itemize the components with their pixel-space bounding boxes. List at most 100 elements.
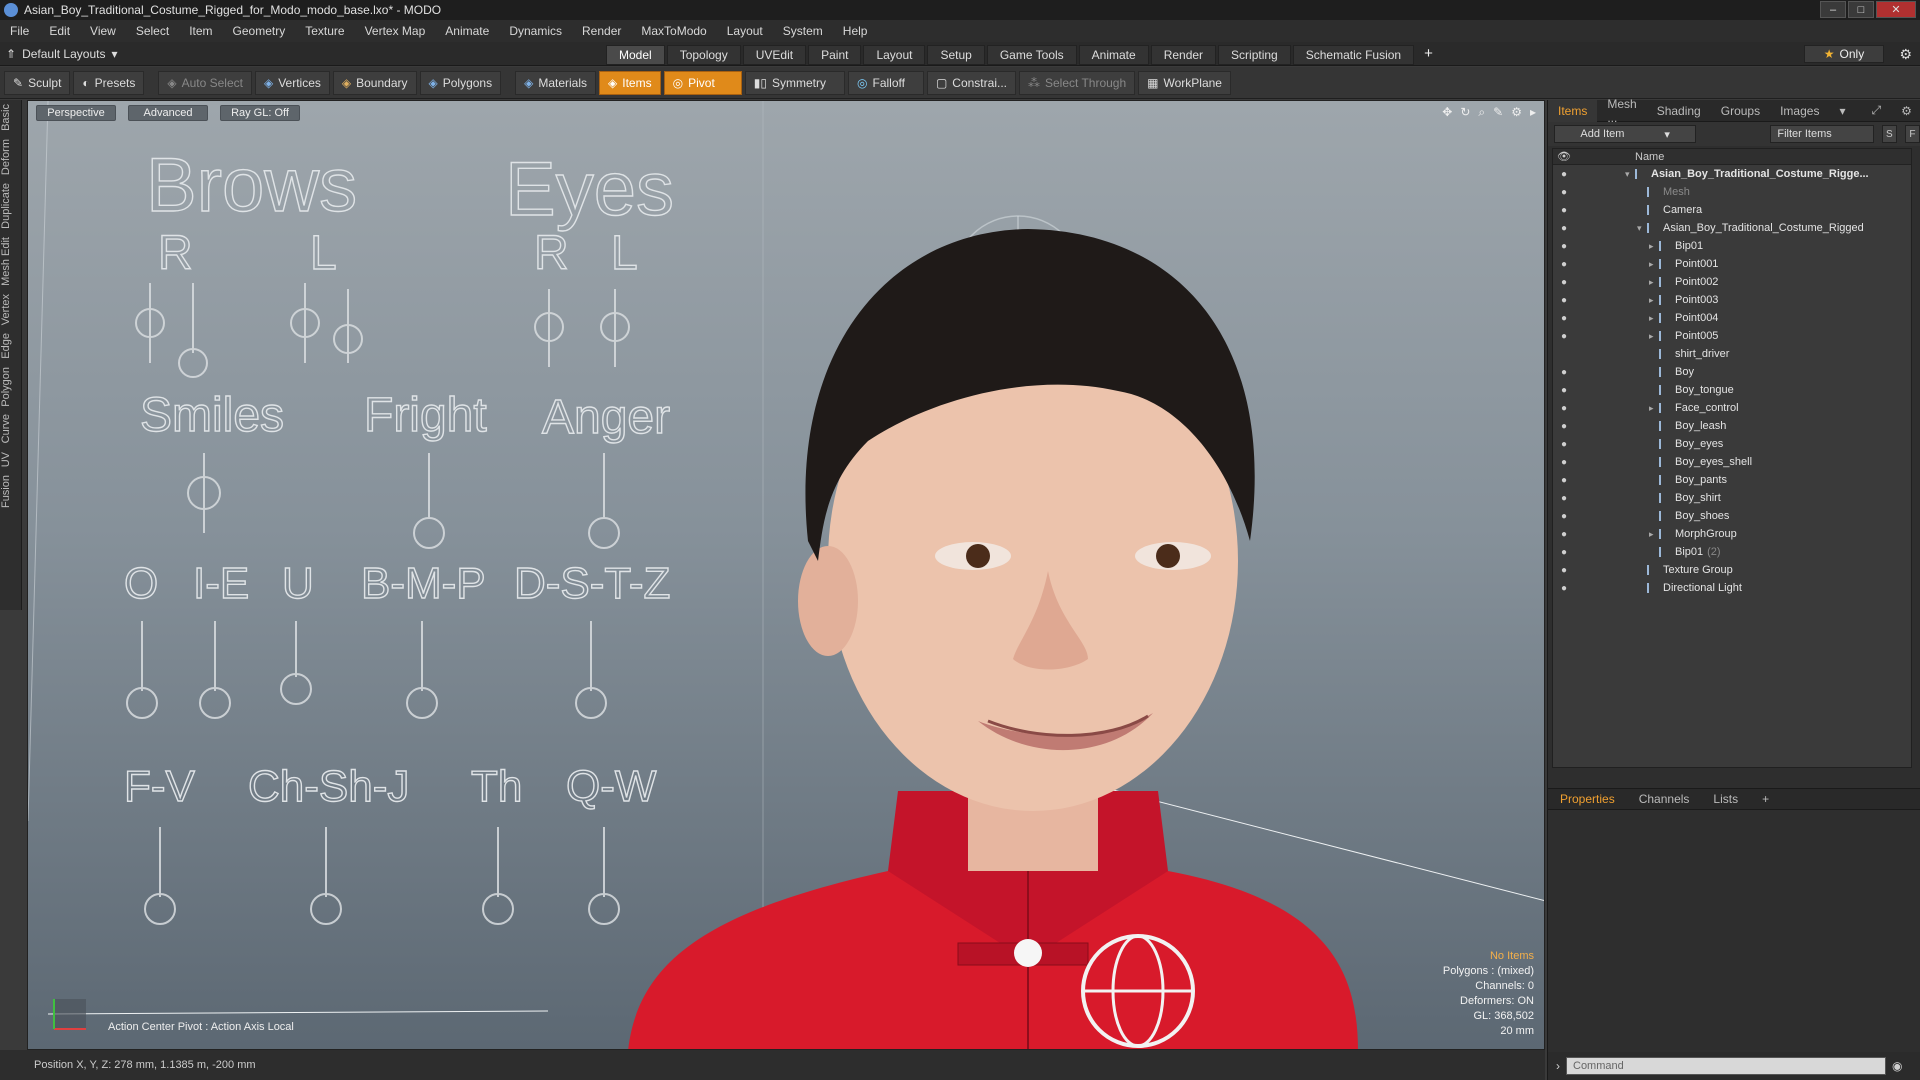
expand-toggle-icon[interactable]: ▸	[1649, 277, 1659, 288]
eye-column-icon[interactable]: 👁	[1553, 150, 1575, 163]
tab-edge[interactable]: Edge	[0, 329, 22, 363]
expand-toggle-icon[interactable]: ▾	[1625, 169, 1635, 180]
visibility-eye-icon[interactable]: ●	[1553, 313, 1575, 324]
s-button[interactable]: S	[1881, 125, 1897, 143]
tree-row[interactable]: ● Camera	[1553, 201, 1911, 219]
select-through-button[interactable]: ⁂ Select Through	[1018, 70, 1136, 95]
layout-selector[interactable]: ⇑ Default Layouts ▾	[6, 45, 117, 63]
tree-row[interactable]: ● Boy_shirt	[1553, 489, 1911, 507]
tab-mesh[interactable]: Mesh ...	[1597, 97, 1646, 125]
visibility-eye-icon[interactable]: ●	[1553, 421, 1575, 432]
visibility-eye-icon[interactable]: ●	[1553, 439, 1575, 450]
add-tab-icon[interactable]: +	[1750, 792, 1781, 806]
tab-uv[interactable]: UV	[0, 448, 22, 471]
visibility-eye-icon[interactable]: ●	[1553, 241, 1575, 252]
tab-paint[interactable]: Paint	[808, 45, 862, 65]
menu-render[interactable]: Render	[572, 24, 631, 38]
tab-polygon[interactable]: Polygon	[0, 363, 22, 411]
tree-row[interactable]: ● Mesh	[1553, 183, 1911, 201]
tree-row[interactable]: ● ▸ Point003	[1553, 291, 1911, 309]
visibility-eye-icon[interactable]: ●	[1553, 331, 1575, 342]
menu-texture[interactable]: Texture	[295, 24, 354, 38]
visibility-eye-icon[interactable]: ●	[1553, 277, 1575, 288]
tab-duplicate[interactable]: Duplicate	[0, 179, 22, 233]
visibility-eye-icon[interactable]: ●	[1553, 367, 1575, 378]
maximize-button[interactable]: □	[1848, 1, 1874, 18]
tab-setup[interactable]: Setup	[927, 45, 985, 65]
menu-view[interactable]: View	[80, 24, 126, 38]
visibility-eye-icon[interactable]: ●	[1553, 403, 1575, 414]
expand-toggle-icon[interactable]: ▸	[1649, 259, 1659, 270]
gear-icon[interactable]: ⚙	[1511, 105, 1522, 120]
command-history-icon[interactable]: ◉	[1892, 1059, 1902, 1073]
visibility-eye-icon[interactable]: ●	[1553, 493, 1575, 504]
materials-button[interactable]: ◈ Materials	[515, 70, 597, 95]
expand-toggle-icon[interactable]: ▸	[1649, 403, 1659, 414]
name-column-header[interactable]: Name	[1635, 151, 1664, 163]
visibility-eye-icon[interactable]: ●	[1553, 205, 1575, 216]
tab-model[interactable]: Model	[606, 45, 665, 65]
menu-edit[interactable]: Edit	[39, 24, 80, 38]
tree-row[interactable]: ● Boy_eyes	[1553, 435, 1911, 453]
tree-row[interactable]: ● ▾ Asian_Boy_Traditional_Costume_Rigge...	[1553, 165, 1911, 183]
items-button[interactable]: ◈ Items	[599, 70, 661, 95]
visibility-eye-icon[interactable]: ●	[1553, 475, 1575, 486]
view-mode-dropdown[interactable]: Perspective	[36, 105, 116, 121]
visibility-eye-icon[interactable]: ●	[1553, 223, 1575, 234]
menu-help[interactable]: Help	[833, 24, 878, 38]
visibility-eye-icon[interactable]: ●	[1553, 457, 1575, 468]
tab-schematic-fusion[interactable]: Schematic Fusion	[1292, 45, 1415, 65]
tab-images[interactable]: Images	[1770, 104, 1829, 118]
tab-channels[interactable]: Channels	[1627, 792, 1702, 806]
tree-row[interactable]: ● Directional Light	[1553, 579, 1911, 597]
expand-toggle-icon[interactable]: ▸	[1649, 313, 1659, 324]
close-button[interactable]: ✕	[1876, 1, 1916, 18]
menu-system[interactable]: System	[773, 24, 833, 38]
expand-icon[interactable]: ▸	[1530, 105, 1536, 120]
3d-viewport[interactable]: Brows Eyes R L R L Smiles Fright Anger O…	[27, 100, 1545, 1050]
tab-curve[interactable]: Curve	[0, 410, 22, 447]
tree-row[interactable]: ● ▸ Point005	[1553, 327, 1911, 345]
tree-row[interactable]: ● Boy_leash	[1553, 417, 1911, 435]
expand-toggle-icon[interactable]: ▾	[1637, 223, 1647, 234]
visibility-eye-icon[interactable]: ●	[1553, 529, 1575, 540]
presets-button[interactable]: ◐ Presets	[73, 70, 145, 95]
tab-render[interactable]: Render	[1150, 45, 1217, 65]
visibility-eye-icon[interactable]: ●	[1553, 259, 1575, 270]
tree-row[interactable]: ● ▾ Asian_Boy_Traditional_Costume_Rigged	[1553, 219, 1911, 237]
visibility-eye-icon[interactable]: ●	[1553, 565, 1575, 576]
boy-character-model[interactable]	[628, 229, 1358, 1050]
tab-lists[interactable]: Lists	[1701, 792, 1750, 806]
visibility-eye-icon[interactable]: ●	[1553, 511, 1575, 522]
visibility-eye-icon[interactable]: ●	[1553, 169, 1575, 180]
menu-select[interactable]: Select	[126, 24, 179, 38]
tab-deform[interactable]: Deform	[0, 135, 22, 179]
tab-scripting[interactable]: Scripting	[1218, 45, 1291, 65]
tree-row[interactable]: ● Texture Group	[1553, 561, 1911, 579]
polygons-button[interactable]: ◈ Polygons	[419, 70, 502, 95]
tab-basic[interactable]: Basic	[0, 100, 22, 135]
tree-row[interactable]: ● Boy	[1553, 363, 1911, 381]
tree-row[interactable]: ● ▸ Face_control	[1553, 399, 1911, 417]
tree-row[interactable]: ● Boy_eyes_shell	[1553, 453, 1911, 471]
visibility-eye-icon[interactable]: ●	[1553, 583, 1575, 594]
tree-row[interactable]: ● ▸ Point004	[1553, 309, 1911, 327]
tab-fusion[interactable]: Fusion	[0, 471, 22, 512]
menu-item[interactable]: Item	[179, 24, 222, 38]
brush-icon[interactable]: ✎	[1493, 105, 1503, 120]
expand-toggle-icon[interactable]: ▸	[1649, 295, 1659, 306]
raygl-dropdown[interactable]: Ray GL: Off	[220, 105, 300, 121]
expand-toggle-icon[interactable]: ▸	[1649, 331, 1659, 342]
workplane-button[interactable]: ▦ WorkPlane	[1138, 70, 1231, 95]
shading-dropdown[interactable]: Advanced	[128, 105, 208, 121]
menu-file[interactable]: File	[0, 24, 39, 38]
zoom-icon[interactable]: ⌕	[1478, 105, 1485, 120]
tab-items[interactable]: Items	[1548, 99, 1598, 122]
tree-row[interactable]: ● Boy_shoes	[1553, 507, 1911, 525]
panel-expand-icon[interactable]: ⤢	[1861, 103, 1891, 118]
panel-gear-icon[interactable]: ⚙	[1891, 104, 1920, 118]
menu-vertex-map[interactable]: Vertex Map	[355, 24, 436, 38]
tab-topology[interactable]: Topology	[666, 45, 741, 65]
tab-properties[interactable]: Properties	[1548, 792, 1627, 806]
tree-row[interactable]: shirt_driver	[1553, 345, 1911, 363]
